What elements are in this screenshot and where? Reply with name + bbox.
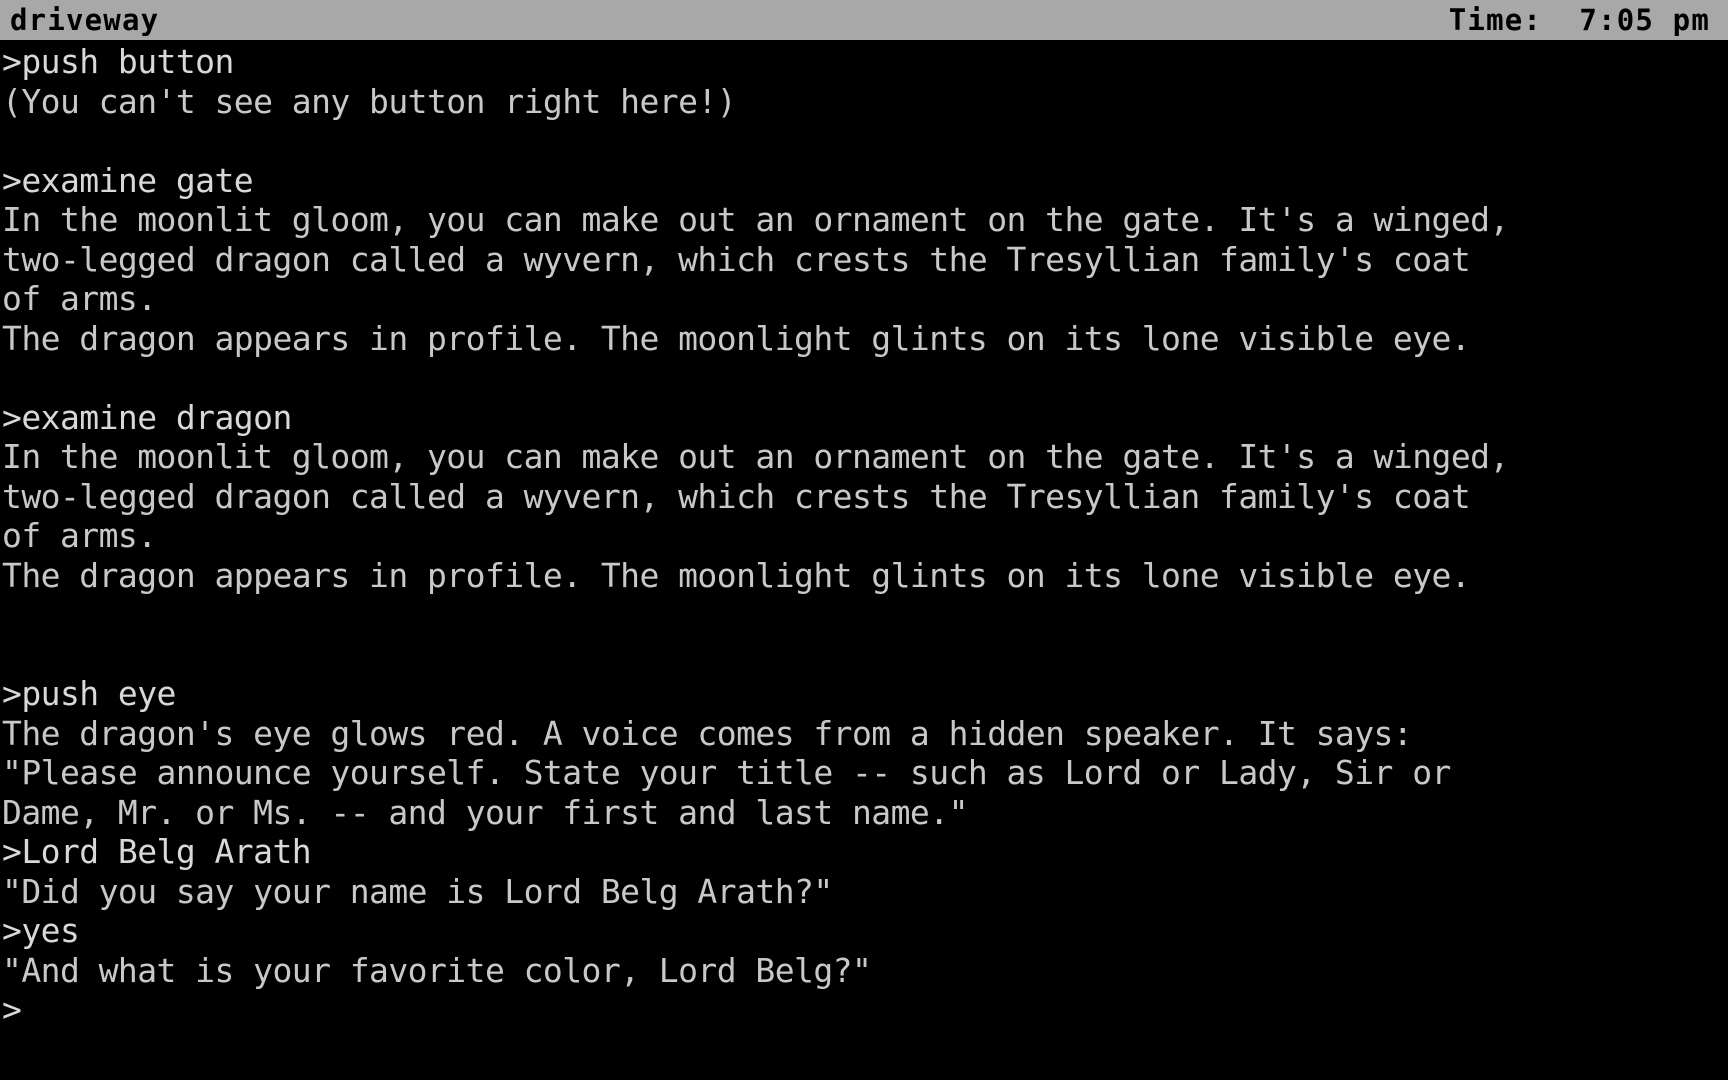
transcript-blank-line xyxy=(2,635,1728,675)
transcript-response-line: "Please announce yourself. State your ti… xyxy=(2,753,1451,792)
transcript-command-line: >Lord Belg Arath xyxy=(2,832,312,871)
transcript-command-line: >yes xyxy=(2,911,80,950)
transcript-response-line: In the moonlit gloom, you can make out a… xyxy=(2,437,1509,476)
transcript-command-line: >push eye xyxy=(2,674,176,713)
transcript-command-line: >examine dragon xyxy=(2,397,292,437)
transcript-response-line: "Did you say your name is Lord Belg Arat… xyxy=(2,871,833,911)
transcript-response-line: The dragon's eye glows red. A voice come… xyxy=(2,713,1413,753)
transcript-blank-line xyxy=(2,595,1728,635)
transcript-command-line: >push button xyxy=(2,42,234,81)
transcript-response-line: two-legged dragon called a wyvern, which… xyxy=(2,239,1471,279)
transcript-response-line: The dragon appears in profile. The moonl… xyxy=(2,555,1471,595)
transcript-response-line: of arms. xyxy=(2,516,157,555)
command-prompt[interactable]: > xyxy=(2,990,1728,1030)
transcript-blank-line xyxy=(2,358,1728,398)
transcript-response-line: (You can't see any button right here!) xyxy=(2,81,737,121)
transcript-response-line: The dragon appears in profile. The moonl… xyxy=(2,318,1471,358)
transcript-response-line: Dame, Mr. or Ms. -- and your first and l… xyxy=(2,792,968,832)
transcript-response-line: In the moonlit gloom, you can make out a… xyxy=(2,200,1509,239)
status-time: Time: 7:05 pm xyxy=(1448,3,1710,37)
game-transcript[interactable]: >push button (You can't see any button ri… xyxy=(0,40,1728,1080)
transcript-response-line: of arms. xyxy=(2,279,157,318)
status-bar: driveway Time: 7:05 pm xyxy=(0,0,1728,40)
transcript-command-line: >examine gate xyxy=(2,160,254,200)
transcript-response-line: two-legged dragon called a wyvern, which… xyxy=(2,476,1471,516)
game-screen: driveway Time: 7:05 pm >push button (You … xyxy=(0,0,1728,1080)
transcript-blank-line xyxy=(2,121,1728,161)
status-location: driveway xyxy=(10,3,160,37)
transcript-response-line: "And what is your favorite color, Lord B… xyxy=(2,950,872,990)
